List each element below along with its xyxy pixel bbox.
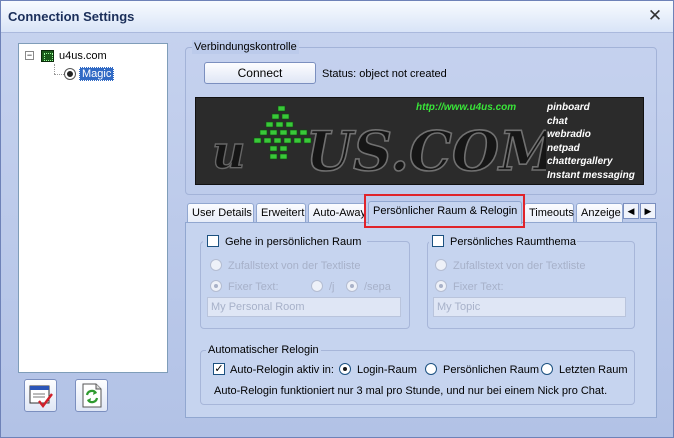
personal-room-text-field[interactable]: My Personal Room bbox=[207, 297, 401, 317]
room-theme-random-label: Zufallstext von der Textliste bbox=[453, 260, 586, 272]
tab-scroll-arrows: ◀ ▶ bbox=[623, 203, 657, 219]
relogin-last-radio[interactable] bbox=[541, 363, 553, 375]
room-theme-label: Persönliches Raumthema bbox=[450, 236, 576, 248]
tab-user-details[interactable]: User Details bbox=[187, 203, 254, 223]
personal-room-j-label: /j bbox=[329, 281, 335, 293]
svg-text:US.COM: US.COM bbox=[306, 119, 546, 183]
connect-button[interactable]: Connect bbox=[204, 62, 316, 84]
personal-room-random-label: Zufallstext von der Textliste bbox=[228, 260, 361, 272]
relogin-login-radio[interactable] bbox=[339, 363, 351, 375]
tree-collapse-icon[interactable]: − bbox=[25, 51, 34, 60]
personal-room-j-radio[interactable] bbox=[311, 280, 323, 292]
tree-connector bbox=[54, 64, 55, 74]
u4us-banner[interactable]: u US.COM http://www.u4us.com pinboard ch… bbox=[195, 97, 644, 185]
server-icon bbox=[41, 50, 54, 62]
group-label: Verbindungskontrolle bbox=[192, 40, 299, 54]
window-title: Connection Settings bbox=[8, 9, 135, 24]
room-theme-fixed-radio[interactable] bbox=[435, 280, 447, 292]
relogin-last-label: Letzten Raum bbox=[559, 364, 628, 376]
room-theme-text-field[interactable]: My Topic bbox=[433, 297, 626, 317]
personal-room-sepa-label: /sepa bbox=[364, 281, 391, 293]
close-icon[interactable]: ✕ bbox=[645, 6, 665, 26]
tree-item-label: Magic bbox=[79, 67, 115, 81]
server-tree[interactable]: − u4us.com Magic bbox=[18, 43, 168, 373]
banner-url[interactable]: http://www.u4us.com bbox=[416, 102, 516, 113]
room-theme-checkbox[interactable] bbox=[432, 235, 444, 247]
tree-item-root[interactable]: u4us.com bbox=[59, 48, 107, 64]
personal-room-fixed-radio[interactable] bbox=[210, 280, 222, 292]
banner-feature: chattergallery bbox=[547, 156, 613, 167]
tree-connector bbox=[54, 74, 64, 75]
tab-timeouts[interactable]: Timeouts bbox=[524, 203, 574, 223]
window-check-icon bbox=[29, 385, 53, 408]
relogin-personal-label: Persönlichen Raum bbox=[443, 364, 539, 376]
auto-relogin-label: Auto-Relogin aktiv in: bbox=[230, 364, 334, 376]
refresh-settings-button[interactable] bbox=[75, 379, 108, 412]
banner-feature: netpad bbox=[547, 142, 580, 154]
auto-relogin-info: Auto-Relogin funktioniert nur 3 mal pro … bbox=[214, 385, 608, 397]
personal-room-random-radio[interactable] bbox=[210, 259, 222, 271]
personal-room-checkbox[interactable] bbox=[207, 235, 219, 247]
relogin-login-label: Login-Raum bbox=[357, 364, 417, 376]
highlight-annotation bbox=[364, 194, 525, 228]
tab-auto-away[interactable]: Auto-Away bbox=[308, 203, 366, 223]
banner-feature-list: pinboard chat webradio netpad chattergal… bbox=[547, 101, 635, 182]
personal-room-label: Gehe in persönlichen Raum bbox=[225, 236, 362, 248]
tab-anzeige[interactable]: Anzeige bbox=[576, 203, 623, 223]
connection-status: Status: object not created bbox=[322, 68, 447, 80]
apply-settings-button[interactable] bbox=[24, 379, 57, 412]
refresh-page-icon bbox=[82, 383, 102, 408]
room-theme-fixed-label: Fixer Text: bbox=[453, 281, 504, 293]
personal-room-fixed-label: Fixer Text: bbox=[228, 281, 279, 293]
banner-feature: webradio bbox=[547, 129, 591, 140]
tab-scroll-left-icon[interactable]: ◀ bbox=[623, 203, 639, 219]
personal-room-sepa-radio[interactable] bbox=[346, 280, 358, 292]
tab-scroll-right-icon[interactable]: ▶ bbox=[640, 203, 656, 219]
tab-erweitert[interactable]: Erweitert bbox=[256, 203, 306, 223]
tree-item-magic[interactable]: Magic bbox=[79, 66, 115, 82]
auto-relogin-checkbox[interactable]: ✓ bbox=[213, 363, 225, 375]
banner-feature: Instant messaging bbox=[547, 169, 635, 181]
user-icon bbox=[64, 68, 76, 80]
banner-feature: pinboard bbox=[547, 102, 590, 113]
svg-text:u: u bbox=[212, 125, 245, 179]
banner-feature: chat bbox=[547, 115, 568, 127]
room-theme-random-radio[interactable] bbox=[435, 259, 447, 271]
relogin-personal-radio[interactable] bbox=[425, 363, 437, 375]
group-label: Automatischer Relogin bbox=[206, 343, 321, 357]
connection-settings-window: Connection Settings ✕ − u4us.com Magic V… bbox=[0, 0, 674, 438]
title-bar[interactable]: Connection Settings ✕ bbox=[1, 1, 673, 33]
